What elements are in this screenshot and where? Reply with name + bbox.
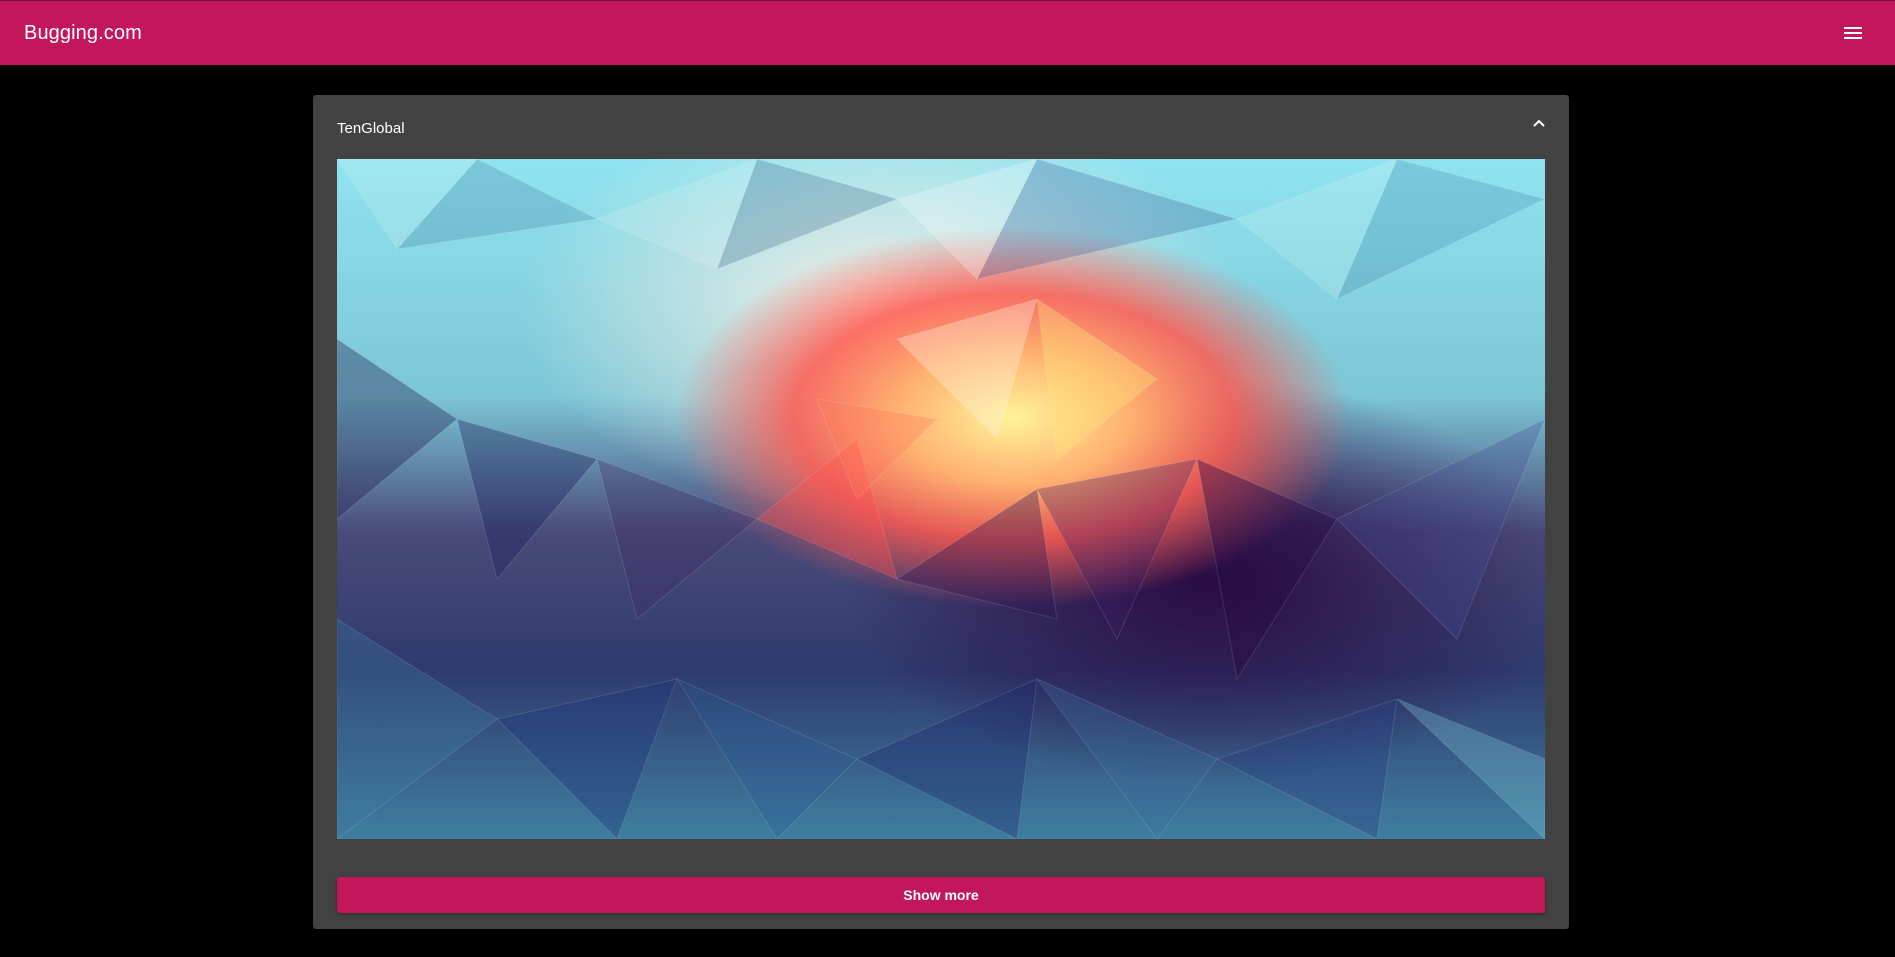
show-more-button[interactable]: Show more <box>337 877 1545 913</box>
menu-button[interactable] <box>1841 21 1865 45</box>
app-bar: Bugging.com <box>0 0 1895 65</box>
menu-icon <box>1844 27 1862 39</box>
low-poly-artwork <box>337 159 1545 839</box>
chevron-up-icon <box>1533 119 1545 127</box>
collapse-button[interactable] <box>1527 111 1551 135</box>
content-card: TenGlobal Show more <box>313 95 1569 929</box>
app-title[interactable]: Bugging.com <box>24 22 142 45</box>
card-image <box>337 159 1545 839</box>
card-header[interactable]: TenGlobal <box>337 95 1545 159</box>
card-title: TenGlobal <box>337 119 405 137</box>
